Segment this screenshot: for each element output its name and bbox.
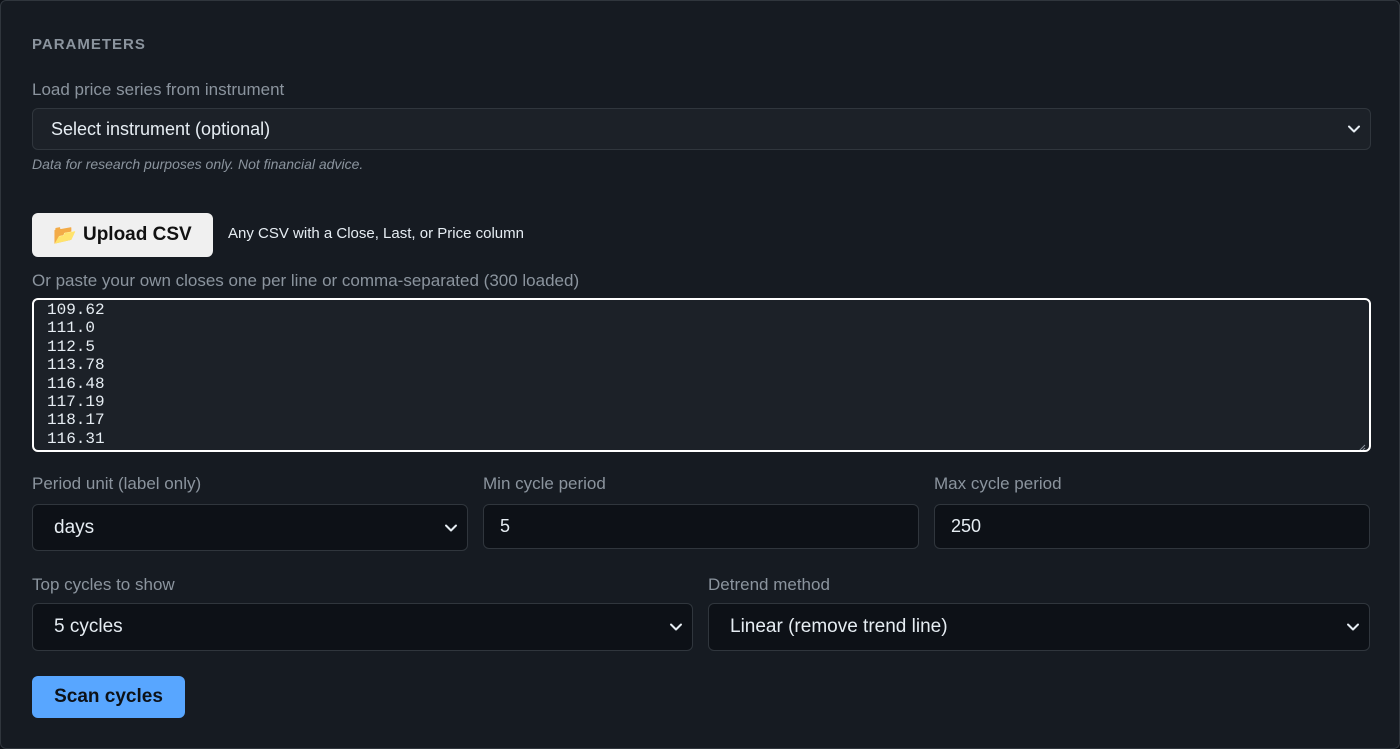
top-cycles-value: 5 cycles <box>54 616 123 637</box>
top-cycles-select[interactable]: 5 cycles <box>32 603 693 651</box>
min-cycle-value: 5 <box>500 516 511 536</box>
max-cycle-input[interactable]: 250 <box>934 504 1370 549</box>
textarea-line: 116.31 <box>47 429 105 448</box>
upload-csv-button[interactable]: 📂 Upload CSV <box>32 213 213 257</box>
resize-grip-icon[interactable] <box>1358 439 1366 450</box>
disclaimer-note: Data for research purposes only. Not fin… <box>32 156 364 172</box>
section-title: PARAMETERS <box>32 36 146 53</box>
period-unit-select[interactable]: days <box>32 504 468 551</box>
max-cycle-value: 250 <box>951 516 982 536</box>
min-cycle-input[interactable]: 5 <box>483 504 919 549</box>
closes-textarea[interactable]: 109.62 111.0 112.5 113.78 116.48 117.19 … <box>32 298 1371 452</box>
detrend-value: Linear (remove trend line) <box>730 616 948 637</box>
textarea-line: 113.78 <box>47 356 105 375</box>
chevron-down-icon <box>1346 121 1362 137</box>
instrument-select[interactable]: Select instrument (optional) <box>32 108 1371 150</box>
instrument-label: Load price series from instrument <box>32 80 285 99</box>
upload-csv-label: Upload CSV <box>82 224 192 245</box>
detrend-select[interactable]: Linear (remove trend line) <box>708 603 1370 651</box>
textarea-line: 117.19 <box>47 393 105 412</box>
top-cycles-label: Top cycles to show <box>32 575 175 594</box>
paste-label: Or paste your own closes one per line or… <box>32 271 580 290</box>
chevron-down-icon <box>668 619 684 635</box>
folder-icon: 📂 <box>53 225 77 246</box>
textarea-line: 111.0 <box>47 319 96 338</box>
textarea-line: 116.48 <box>47 374 105 393</box>
scan-cycles-button[interactable]: Scan cycles <box>32 676 185 718</box>
parameters-panel: PARAMETERS Load price series from instru… <box>0 0 1400 749</box>
textarea-line: 112.5 <box>47 337 96 356</box>
period-unit-value: days <box>54 516 95 538</box>
chevron-down-icon <box>1345 619 1361 635</box>
chevron-down-icon <box>443 520 459 536</box>
textarea-line: 109.62 <box>47 301 105 319</box>
max-cycle-label: Max cycle period <box>934 474 1062 493</box>
period-unit-label: Period unit (label only) <box>32 474 202 493</box>
instrument-select-value: Select instrument (optional) <box>51 118 271 139</box>
min-cycle-label: Min cycle period <box>483 474 606 493</box>
upload-hint: Any CSV with a Close, Last, or Price col… <box>228 225 524 242</box>
textarea-line: 118.17 <box>47 411 105 430</box>
detrend-label: Detrend method <box>708 575 830 594</box>
